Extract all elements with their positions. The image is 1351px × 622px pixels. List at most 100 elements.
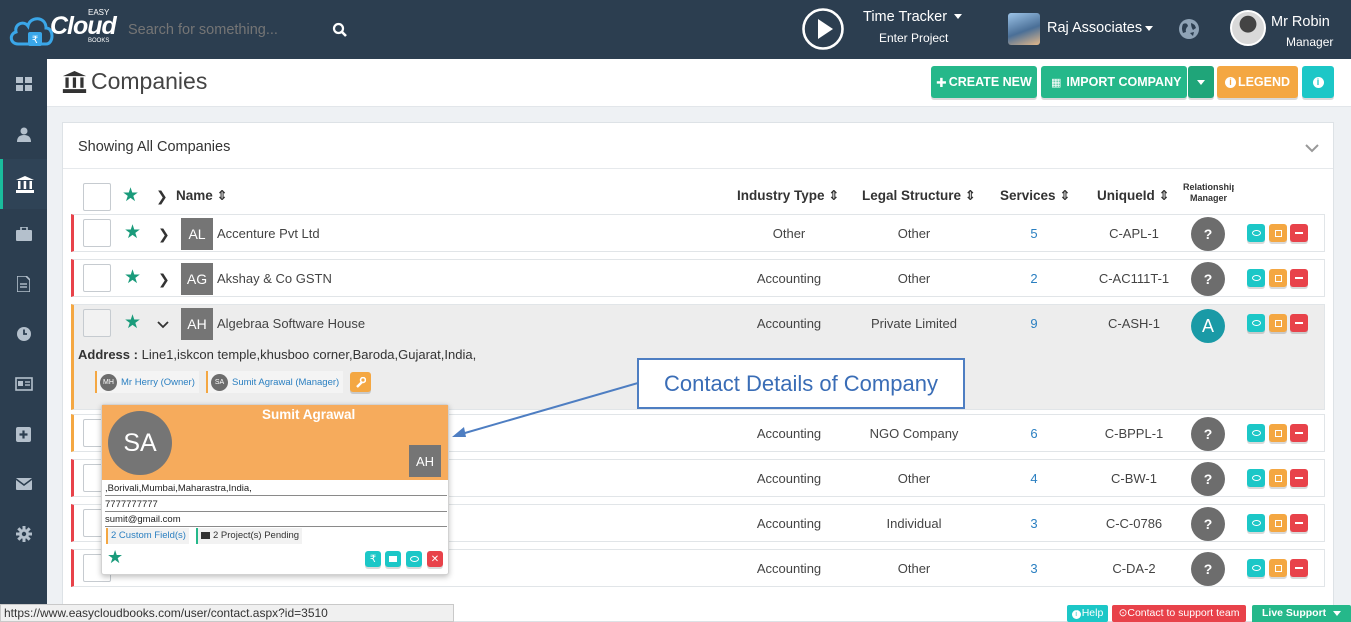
edit-button[interactable] bbox=[1269, 559, 1287, 577]
search-input[interactable] bbox=[128, 16, 323, 44]
column-header-legal[interactable]: Legal Structure ⇕ bbox=[862, 188, 976, 204]
edit-button[interactable] bbox=[1269, 269, 1287, 287]
delete-button[interactable] bbox=[1290, 559, 1308, 577]
projects-button[interactable] bbox=[385, 551, 401, 567]
chevron-right-icon[interactable]: ❯ bbox=[156, 188, 168, 205]
services-count[interactable]: 6 bbox=[994, 426, 1074, 441]
contact-chip[interactable]: SA Sumit Agrawal (Manager) bbox=[206, 371, 344, 393]
services-count[interactable]: 5 bbox=[994, 226, 1074, 241]
services-count[interactable]: 9 bbox=[994, 316, 1074, 331]
delete-button[interactable] bbox=[1290, 269, 1308, 287]
star-icon[interactable]: ★ bbox=[122, 186, 139, 205]
pending-projects-chip[interactable]: 2 Project(s) Pending bbox=[196, 528, 303, 544]
info-button[interactable]: i bbox=[1302, 66, 1334, 98]
callout-box: Contact Details of Company bbox=[637, 358, 965, 409]
globe-icon[interactable] bbox=[1177, 17, 1201, 41]
time-tracker-title[interactable]: Time Tracker bbox=[863, 9, 947, 25]
relationship-manager-avatar[interactable]: ? bbox=[1191, 217, 1225, 251]
app-logo[interactable]: ₹ EASY Cloud BOOKS bbox=[8, 4, 123, 52]
edit-icon bbox=[1274, 429, 1282, 437]
column-header-services[interactable]: Services ⇕ bbox=[1000, 188, 1071, 204]
relationship-manager-avatar[interactable]: ? bbox=[1191, 417, 1225, 451]
edit-button[interactable] bbox=[1269, 314, 1287, 332]
column-header-uniqueid[interactable]: UniqueId ⇕ bbox=[1097, 188, 1170, 204]
view-button[interactable] bbox=[406, 551, 422, 567]
company-name[interactable]: Akshay & Co GSTN bbox=[217, 271, 332, 286]
chevron-down-icon[interactable] bbox=[1305, 144, 1319, 153]
star-icon[interactable]: ★ bbox=[124, 223, 141, 242]
view-button[interactable] bbox=[1247, 269, 1265, 287]
sidebar-item-dashboard[interactable] bbox=[0, 59, 47, 109]
import-company-button[interactable]: ▦ IMPORT COMPANY bbox=[1041, 66, 1187, 98]
sidebar-item-companies[interactable] bbox=[0, 159, 47, 209]
star-icon[interactable]: ★ bbox=[107, 548, 123, 566]
sidebar-item-users[interactable] bbox=[0, 109, 47, 159]
table-row[interactable]: ★ ❯ AG Akshay & Co GSTN Accounting Other… bbox=[71, 259, 1325, 297]
delete-button[interactable] bbox=[1290, 469, 1308, 487]
play-icon[interactable] bbox=[801, 7, 845, 51]
sidebar-item-projects[interactable] bbox=[0, 209, 47, 259]
row-checkbox[interactable] bbox=[83, 309, 111, 337]
relationship-manager-avatar[interactable]: ? bbox=[1191, 552, 1225, 586]
relationship-manager-avatar[interactable]: ? bbox=[1191, 507, 1225, 541]
custom-fields-chip[interactable]: 2 Custom Field(s) bbox=[106, 528, 189, 544]
view-button[interactable] bbox=[1247, 559, 1265, 577]
select-all-checkbox[interactable] bbox=[83, 183, 111, 211]
sidebar-item-mail[interactable] bbox=[0, 459, 47, 509]
contact-support-button[interactable]: ⊙Contact to support team bbox=[1112, 605, 1246, 622]
table-row[interactable]: ★ ❯ AL Accenture Pvt Ltd Other Other 5 C… bbox=[71, 214, 1325, 252]
sidebar-item-time[interactable] bbox=[0, 309, 47, 359]
services-count[interactable]: 3 bbox=[994, 516, 1074, 531]
row-checkbox[interactable] bbox=[83, 264, 111, 292]
user-name[interactable]: Mr Robin bbox=[1271, 14, 1330, 30]
edit-button[interactable] bbox=[1269, 469, 1287, 487]
view-button[interactable] bbox=[1247, 314, 1265, 332]
time-tracker-project: Enter Project bbox=[879, 31, 949, 45]
company-name[interactable]: Algebraa Software House bbox=[217, 316, 365, 331]
delete-button[interactable] bbox=[1290, 314, 1308, 332]
user-avatar[interactable] bbox=[1230, 10, 1266, 46]
view-button[interactable] bbox=[1247, 224, 1265, 242]
view-button[interactable] bbox=[1247, 469, 1265, 487]
services-count[interactable]: 3 bbox=[994, 561, 1074, 576]
column-header-name[interactable]: Name ⇕ bbox=[176, 188, 228, 204]
chevron-right-icon[interactable]: ❯ bbox=[158, 226, 170, 243]
sidebar-item-news[interactable] bbox=[0, 359, 47, 409]
live-support-button[interactable]: Live Support bbox=[1252, 605, 1351, 622]
eye-icon bbox=[1251, 520, 1261, 526]
import-dropdown-toggle[interactable] bbox=[1188, 66, 1214, 98]
column-header-industry[interactable]: Industry Type ⇕ bbox=[737, 188, 840, 204]
rupee-button[interactable]: ₹ bbox=[365, 551, 381, 567]
create-new-button[interactable]: ✚ CREATE NEW bbox=[931, 66, 1037, 98]
relationship-manager-avatar[interactable]: ? bbox=[1191, 262, 1225, 296]
relationship-manager-avatar[interactable]: A bbox=[1191, 309, 1225, 343]
star-icon[interactable]: ★ bbox=[124, 268, 141, 287]
relationship-manager-avatar[interactable]: ? bbox=[1191, 462, 1225, 496]
sidebar-item-add[interactable] bbox=[0, 409, 47, 459]
edit-button[interactable] bbox=[1269, 424, 1287, 442]
star-icon[interactable]: ★ bbox=[124, 313, 141, 332]
search-icon[interactable] bbox=[332, 22, 348, 38]
sidebar-item-documents[interactable] bbox=[0, 259, 47, 309]
view-button[interactable] bbox=[1247, 424, 1265, 442]
legend-button[interactable]: i LEGEND bbox=[1217, 66, 1298, 98]
delete-button[interactable] bbox=[1290, 224, 1308, 242]
edit-button[interactable] bbox=[1269, 224, 1287, 242]
view-button[interactable] bbox=[1247, 514, 1265, 532]
edit-button[interactable] bbox=[1269, 514, 1287, 532]
row-checkbox[interactable] bbox=[83, 219, 111, 247]
company-name[interactable]: Accenture Pvt Ltd bbox=[217, 226, 320, 241]
delete-button[interactable] bbox=[1290, 424, 1308, 442]
org-name[interactable]: Raj Associates bbox=[1047, 20, 1142, 36]
services-count[interactable]: 4 bbox=[994, 471, 1074, 486]
chevron-down-icon[interactable] bbox=[157, 321, 169, 329]
manage-contacts-button[interactable] bbox=[350, 372, 371, 392]
contact-chip[interactable]: MH Mr Herry (Owner) bbox=[95, 371, 199, 393]
chevron-right-icon[interactable]: ❯ bbox=[158, 271, 170, 288]
contact-avatar: MH bbox=[100, 373, 117, 391]
services-count[interactable]: 2 bbox=[994, 271, 1074, 286]
delete-button[interactable] bbox=[1290, 514, 1308, 532]
delete-button[interactable]: ✕ bbox=[427, 551, 443, 567]
help-button[interactable]: i Help bbox=[1067, 605, 1108, 622]
sidebar-item-settings[interactable] bbox=[0, 509, 47, 559]
